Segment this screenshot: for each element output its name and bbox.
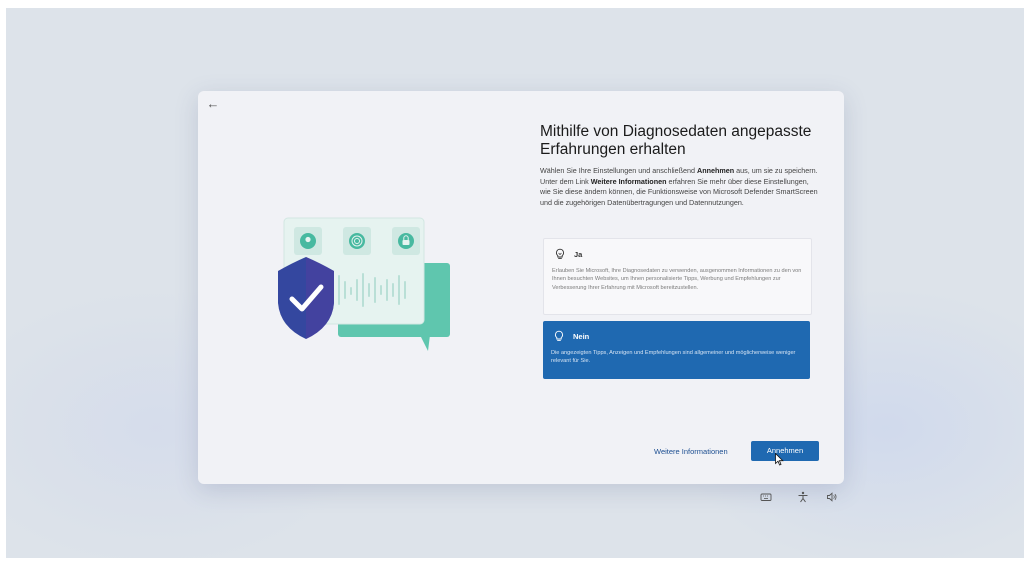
option-no-description: Die angezeigten Tipps, Anzeigen und Empf… bbox=[551, 350, 796, 365]
back-button[interactable]: ← bbox=[204, 95, 222, 113]
accessibility-icon[interactable] bbox=[797, 491, 809, 503]
mouse-cursor-icon bbox=[775, 453, 784, 466]
lightbulb-icon bbox=[556, 248, 564, 259]
privacy-illustration bbox=[278, 217, 450, 351]
option-no[interactable]: Nein Die angezeigten Tipps, Anzeigen und… bbox=[543, 321, 810, 379]
option-yes-label: Ja bbox=[574, 250, 583, 259]
oobe-dialog: ← Mithilfe von Diagnosedaten angepasste … bbox=[198, 91, 844, 484]
back-arrow-icon: ← bbox=[206, 96, 220, 111]
page-title: Mithilfe von Diagnosedaten angepasste Er… bbox=[540, 123, 812, 158]
option-no-label: Nein bbox=[573, 332, 590, 341]
lightbulb-off-icon bbox=[555, 330, 563, 341]
keyboard-icon[interactable] bbox=[760, 491, 772, 503]
volume-icon[interactable] bbox=[826, 491, 838, 503]
more-info-link[interactable]: Weitere Informationen bbox=[654, 447, 728, 456]
shield-check-icon bbox=[278, 257, 334, 339]
page-description: Wählen Sie Ihre Einstellungen und anschl… bbox=[540, 166, 818, 207]
option-yes[interactable]: Ja Erlauben Sie Microsoft, Ihre Diagnose… bbox=[543, 238, 812, 315]
accept-button[interactable]: Annehmen bbox=[751, 441, 819, 461]
option-yes-description: Erlauben Sie Microsoft, Ihre Diagnosedat… bbox=[552, 268, 802, 291]
